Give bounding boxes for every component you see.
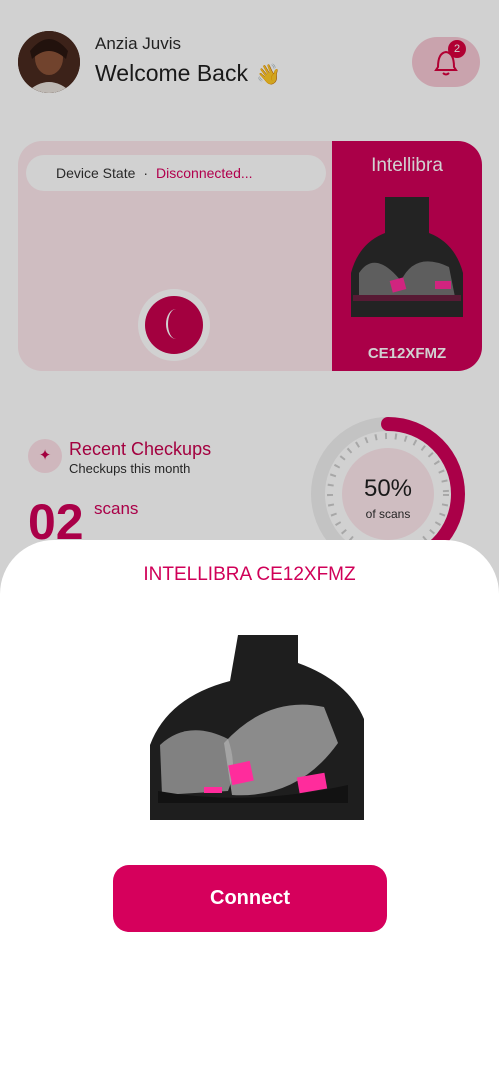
- connect-button[interactable]: Connect: [113, 865, 387, 932]
- product-image: [150, 635, 364, 820]
- sheet-title: INTELLIBRA CE12XFMZ: [143, 564, 356, 585]
- connect-device-sheet: INTELLIBRA CE12XFMZ Connect: [0, 540, 499, 1080]
